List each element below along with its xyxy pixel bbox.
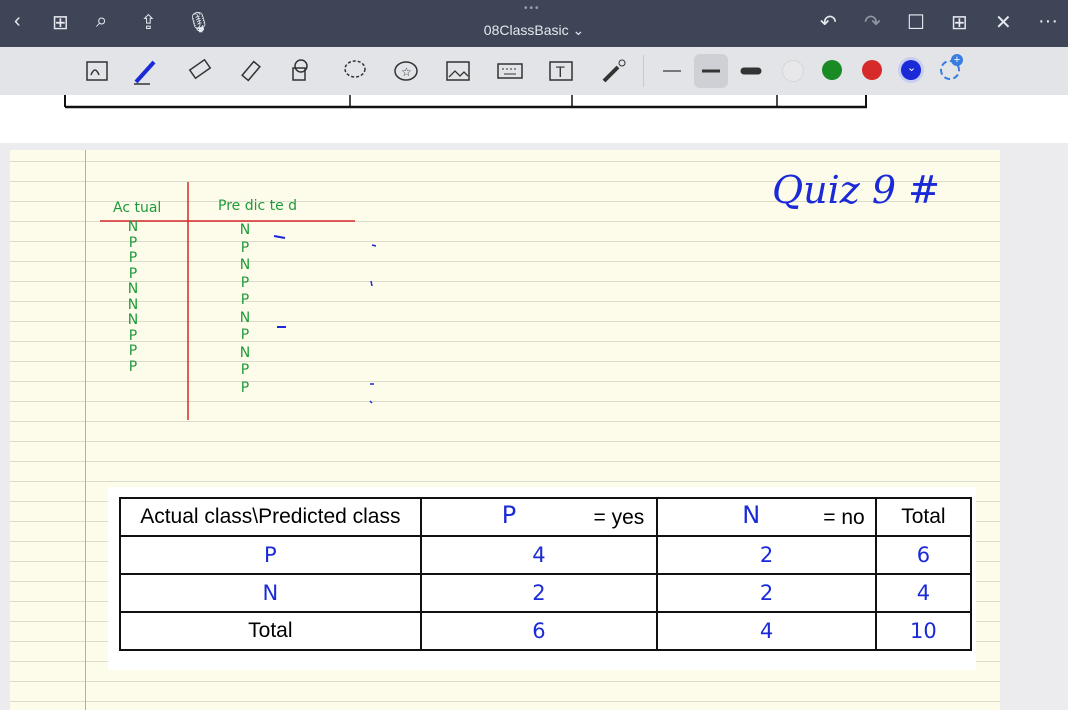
color-swatch-red[interactable] — [862, 60, 882, 80]
actual-value: P — [128, 234, 138, 251]
table-row: Total 6 4 10 — [119, 611, 973, 651]
actual-value: P — [128, 250, 138, 266]
table-cell: 2 — [419, 573, 659, 613]
no-label: = no — [823, 506, 865, 529]
read-mode-icon[interactable] — [82, 57, 112, 85]
table-cell: 6 — [874, 535, 973, 575]
thick-stroke-icon[interactable] — [736, 57, 766, 85]
laser-pointer-icon[interactable] — [598, 57, 628, 85]
predicted-value: P — [240, 239, 250, 256]
text-box-icon[interactable]: T — [546, 57, 576, 85]
actual-value: N — [127, 219, 139, 235]
highlighter-icon[interactable] — [237, 57, 267, 85]
predicted-value: P — [240, 379, 250, 396]
table-cell: P — [119, 535, 422, 575]
table-row: P 4 2 6 — [119, 535, 973, 575]
color-swatch-white[interactable] — [782, 60, 804, 82]
medium-stroke-icon[interactable] — [694, 54, 728, 88]
table-cell-header-p: P = yes — [419, 497, 659, 537]
predicted-column: N P N P P N P N P P — [238, 222, 252, 397]
table-row: N 2 2 4 — [119, 573, 973, 613]
predicted-value: P — [240, 292, 250, 308]
actual-value: N — [127, 281, 139, 297]
actual-column: N P P P N N N P P P — [126, 219, 140, 375]
table-cell-header-total: Total — [874, 497, 973, 537]
add-page-icon[interactable]: ⊞ — [951, 10, 968, 35]
previous-page — [0, 95, 1068, 143]
predicted-value: N — [239, 344, 251, 361]
confusion-matrix-table: Actual class\Predicted class P = yes N =… — [119, 497, 973, 651]
table-cell: 6 — [419, 611, 659, 651]
table-cell: 4 — [874, 573, 973, 613]
actual-value: N — [127, 312, 139, 328]
add-color-icon[interactable]: + — [940, 54, 963, 80]
actual-value: P — [128, 327, 138, 344]
actual-value: P — [128, 265, 138, 282]
actual-value: P — [128, 358, 138, 375]
predicted-value: P — [240, 327, 250, 343]
thin-stroke-icon[interactable] — [657, 57, 687, 85]
top-bar: ••• ‹ ⊞ ⌕ ⇪ 🎙 08ClassBasic ⌄ ↶ ↷ ☐ ⊞ ✕ ·… — [0, 0, 1068, 47]
color-swatch-green[interactable] — [822, 60, 842, 80]
shapes-icon[interactable] — [288, 57, 318, 85]
lasso-icon[interactable] — [340, 57, 370, 85]
table-cell: Total — [119, 611, 422, 651]
table-cell-header: Actual class\Predicted class — [119, 497, 422, 537]
table-cell: 4 — [419, 535, 659, 575]
quiz-title: Quiz 9 # — [772, 168, 940, 212]
redo-icon[interactable]: ↷ — [864, 10, 881, 35]
yes-label: = yes — [593, 506, 645, 529]
table-cell: 4 — [656, 611, 877, 651]
confusion-matrix-image[interactable]: Actual class\Predicted class P = yes N =… — [108, 487, 976, 670]
toolbar-divider — [643, 55, 644, 87]
table-cell: N — [119, 573, 422, 613]
table-cell: 10 — [874, 611, 973, 651]
handwritten-p: P — [501, 501, 517, 529]
color-swatch-blue-selected[interactable]: ⌄ — [901, 60, 921, 80]
table-cell-header-n: N = no — [656, 497, 877, 537]
table-header-row: Actual class\Predicted class P = yes N =… — [119, 497, 973, 537]
more-icon[interactable]: ··· — [1038, 10, 1058, 33]
drag-handle[interactable]: ••• — [524, 3, 541, 14]
undo-icon[interactable]: ↶ — [820, 10, 837, 35]
handwritten-n: N — [742, 501, 761, 529]
eraser-icon[interactable] — [185, 57, 215, 85]
actual-value: P — [128, 343, 138, 359]
bookmark-icon[interactable]: ☐ — [907, 10, 925, 35]
predicted-value: P — [240, 362, 250, 378]
predicted-value: N — [239, 309, 251, 326]
sticker-icon[interactable]: ☆ — [391, 57, 421, 85]
predicted-value: P — [240, 274, 250, 291]
pen-icon[interactable] — [130, 57, 160, 85]
actual-value: N — [127, 296, 139, 313]
close-icon[interactable]: ✕ — [995, 10, 1012, 35]
table-cell: 2 — [656, 573, 877, 613]
table-cell: 2 — [656, 535, 877, 575]
notes-lines — [100, 182, 377, 420]
image-icon[interactable] — [443, 57, 473, 85]
predicted-value: N — [239, 257, 251, 273]
svg-text:T: T — [555, 65, 565, 81]
predicted-value: N — [239, 222, 251, 238]
keyboard-icon[interactable] — [495, 57, 525, 85]
svg-text:☆: ☆ — [401, 65, 412, 79]
